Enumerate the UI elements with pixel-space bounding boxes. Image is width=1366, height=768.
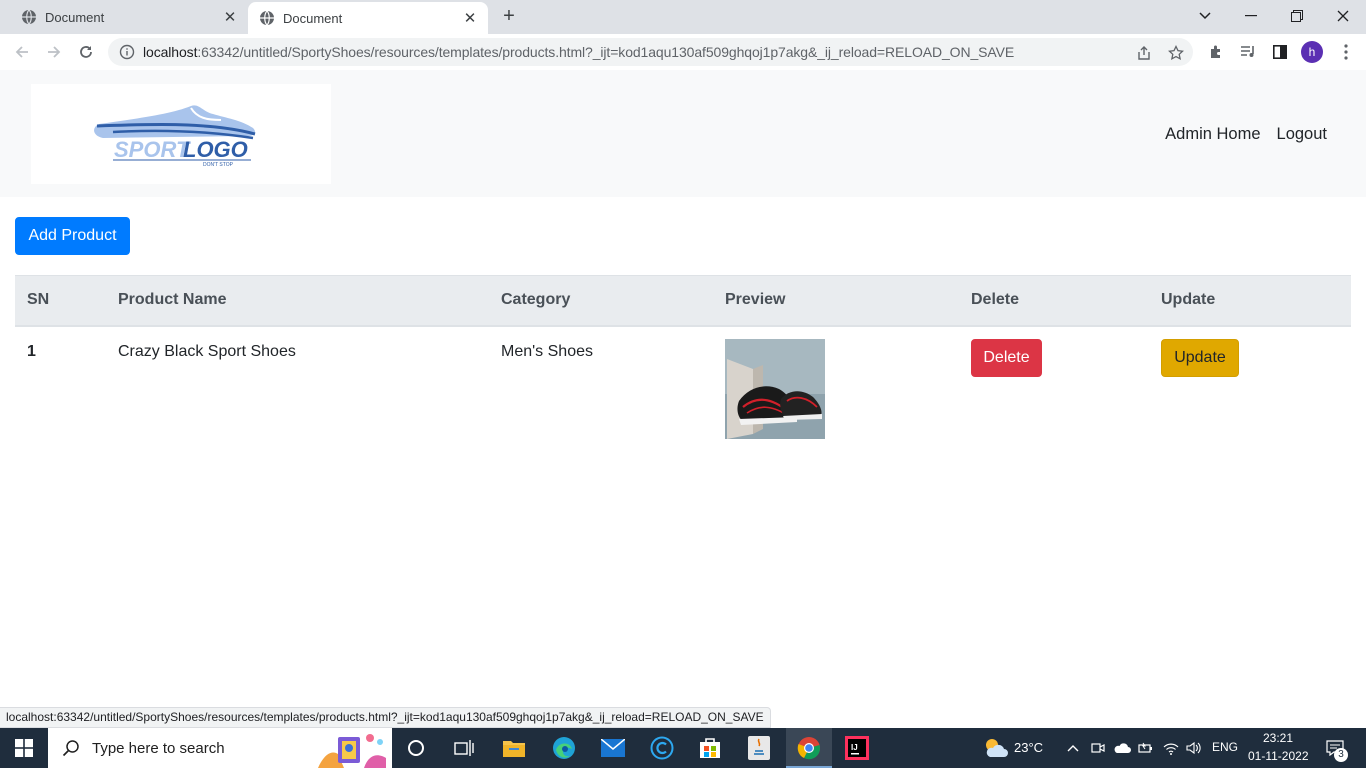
volume-icon[interactable] xyxy=(1184,736,1204,760)
admin-home-link[interactable]: Admin Home xyxy=(1165,125,1260,144)
add-product-button[interactable]: Add Product xyxy=(15,217,130,255)
java-icon[interactable] xyxy=(747,736,771,760)
header-product-name: Product Name xyxy=(106,275,489,327)
file-explorer-icon[interactable] xyxy=(502,736,526,760)
meet-camera-icon[interactable] xyxy=(1088,736,1108,760)
close-icon[interactable]: ✕ xyxy=(222,9,238,26)
header-category: Category xyxy=(489,275,713,327)
tab-title: Document xyxy=(283,10,343,26)
bookmark-star-icon[interactable] xyxy=(1167,44,1185,62)
site-info-icon[interactable] xyxy=(119,44,135,60)
url-host: localhost xyxy=(143,44,198,60)
search-highlight-icon xyxy=(318,734,386,768)
clock-date[interactable]: 01-11-2022 xyxy=(1248,749,1309,763)
taskbar-search-box[interactable]: Type here to search xyxy=(48,728,392,768)
products-table: SN Product Name Category Preview Delete … xyxy=(15,275,1351,451)
tab-search-chevron-icon[interactable] xyxy=(1193,4,1217,28)
notification-count-badge: 3 xyxy=(1334,748,1348,762)
search-icon xyxy=(62,740,79,757)
cortana-circle-icon[interactable] xyxy=(404,736,428,760)
task-view-icon[interactable] xyxy=(452,736,476,760)
address-bar[interactable]: localhost:63342/untitled/SportyShoes/res… xyxy=(108,38,1193,66)
logo-logo-text: LOGO xyxy=(183,137,248,162)
windows-start-icon[interactable] xyxy=(0,728,48,768)
window-close-icon[interactable] xyxy=(1331,4,1355,28)
store-icon[interactable] xyxy=(698,736,722,760)
table-header-row: SN Product Name Category Preview Delete … xyxy=(15,275,1351,327)
row-update-cell: Update xyxy=(1149,326,1351,451)
row-preview xyxy=(713,326,959,451)
edge-browser-icon[interactable] xyxy=(552,736,576,760)
clock-time[interactable]: 23:21 xyxy=(1263,731,1293,745)
logo-sport-text: SPORT xyxy=(114,137,191,162)
back-arrow-icon[interactable] xyxy=(11,41,33,63)
page-content: SPORT LOGO DON'T STOP Admin Home Logout … xyxy=(0,70,1366,730)
site-navbar: SPORT LOGO DON'T STOP Admin Home Logout xyxy=(0,70,1366,197)
browser-tab-1[interactable]: Document ✕ xyxy=(0,0,248,34)
input-language[interactable]: ENG xyxy=(1212,740,1238,754)
logout-link[interactable]: Logout xyxy=(1277,125,1327,144)
extensions-puzzle-icon[interactable] xyxy=(1206,43,1226,61)
update-button[interactable]: Update xyxy=(1161,338,1239,377)
minimize-icon[interactable] xyxy=(1239,4,1263,28)
row-sn: 1 xyxy=(27,342,36,360)
shoe-logo-icon: SPORT LOGO DON'T STOP xyxy=(94,105,256,168)
intellij-icon[interactable]: IJ xyxy=(845,736,869,760)
battery-power-icon[interactable] xyxy=(1136,736,1156,760)
tab-title: Document xyxy=(45,9,105,25)
delete-button[interactable]: Delete xyxy=(971,338,1042,377)
table-row: 1 Crazy Black Sport Shoes Men's Shoes De… xyxy=(15,326,1351,451)
weather-cloud-icon[interactable] xyxy=(982,736,1008,760)
header-delete: Delete xyxy=(959,275,1149,327)
browser-tab-strip: Document ✕ Document ✕ + xyxy=(0,0,1366,34)
chevron-up-icon[interactable] xyxy=(1063,736,1083,760)
browser-tab-2-active[interactable]: Document ✕ xyxy=(248,2,488,34)
header-preview: Preview xyxy=(713,275,959,327)
globe-icon xyxy=(260,10,274,26)
windows-taskbar: Type here to search IJ 23°C ENG 23:21 01… xyxy=(0,728,1366,768)
share-icon[interactable] xyxy=(1135,44,1153,62)
onedrive-cloud-icon[interactable] xyxy=(1112,736,1132,760)
copyright-app-icon[interactable] xyxy=(650,736,674,760)
header-update: Update xyxy=(1149,275,1351,327)
mail-icon[interactable] xyxy=(601,736,625,760)
media-queue-icon[interactable] xyxy=(1238,43,1258,61)
search-placeholder: Type here to search xyxy=(92,739,225,757)
new-tab-plus-icon[interactable]: + xyxy=(500,6,518,26)
browser-toolbar: localhost:63342/untitled/SportyShoes/res… xyxy=(0,34,1366,70)
product-thumbnail xyxy=(725,338,825,439)
forward-arrow-icon[interactable] xyxy=(43,41,65,63)
close-icon[interactable]: ✕ xyxy=(462,10,478,27)
wifi-icon[interactable] xyxy=(1160,736,1182,760)
row-category: Men's Shoes xyxy=(501,342,593,360)
chrome-icon[interactable] xyxy=(797,736,821,760)
row-product-name: Crazy Black Sport Shoes xyxy=(118,342,296,360)
url-text: localhost:63342/untitled/SportyShoes/res… xyxy=(143,44,1014,60)
header-sn: SN xyxy=(15,275,106,327)
reload-icon[interactable] xyxy=(75,41,97,63)
url-path: :63342/untitled/SportyShoes/resources/te… xyxy=(197,44,1015,60)
logo-tagline: DON'T STOP xyxy=(203,162,234,168)
restore-icon[interactable] xyxy=(1285,4,1309,28)
globe-icon xyxy=(22,9,36,25)
svg-text:IJ: IJ xyxy=(851,743,858,752)
nav-links: Admin Home Logout xyxy=(1165,125,1327,144)
side-panel-icon[interactable] xyxy=(1270,43,1290,61)
row-delete-cell: Delete xyxy=(959,326,1149,451)
weather-temp[interactable]: 23°C xyxy=(1014,740,1043,755)
profile-avatar[interactable]: h xyxy=(1301,41,1323,63)
link-status-bar: localhost:63342/untitled/SportyShoes/res… xyxy=(0,707,771,728)
sport-logo[interactable]: SPORT LOGO DON'T STOP xyxy=(31,84,331,184)
more-menu-icon[interactable] xyxy=(1336,43,1356,61)
